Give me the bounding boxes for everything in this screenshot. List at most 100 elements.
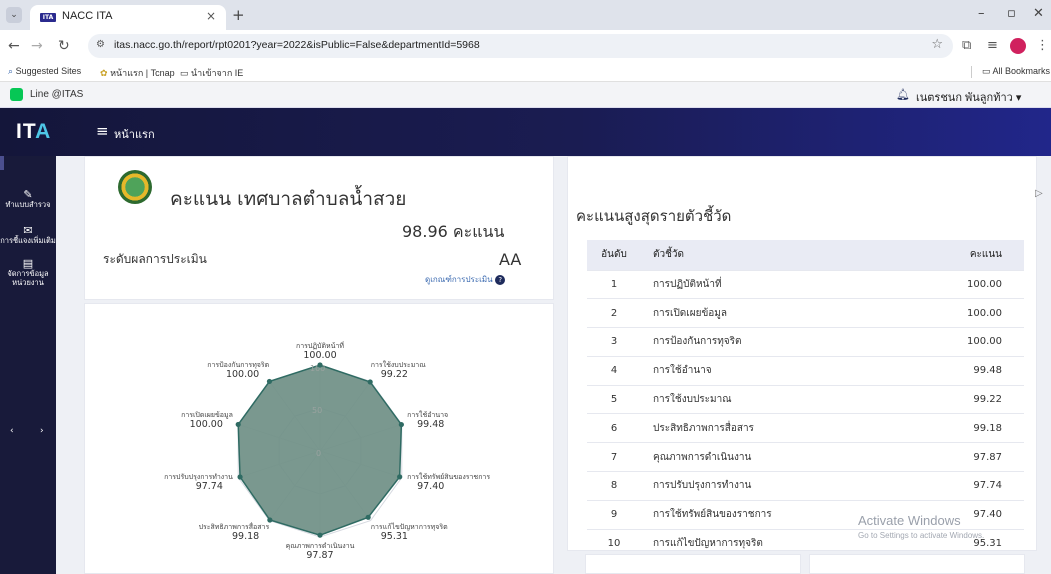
radar-grid-label: 0 [316,449,321,458]
radar-data-point [266,378,273,385]
radar-data-point [317,362,323,368]
address-bar-row: ← → ↻ ⚙ itas.nacc.go.th/report/rpt0201?y… [0,30,1051,62]
sidebar-item-survey[interactable]: ✎ ทำแบบสำรวจ [0,188,56,209]
radar-axis-label: คุณภาพการดำเนินงาน [286,542,355,550]
criteria-link[interactable]: ดูเกณฑ์การประเมิน ? [425,273,506,286]
bookmark-label: All Bookmarks [992,66,1051,76]
radar-axis-label: การแก้ไขปัญหาการทุจริต [371,522,448,531]
bookmark-star-icon[interactable]: ☆ [931,37,943,52]
ranking-table: อันดับ ตัวชี้วัด คะแนน 1 การปฏิบัติหน้าที… [587,240,1024,558]
browser-tab[interactable]: ITA NACC ITA × [30,5,226,30]
site-info-icon[interactable]: ⚙ [96,39,105,50]
extensions-icon[interactable]: ⧉ [962,38,971,53]
radar-axis-label: การใช้ทรัพย์สินของราชการ [407,472,490,481]
sidebar-item-label: หน่วยงาน [12,278,44,287]
table-row: 7 คุณภาพการดำเนินงาน 97.87 [587,442,1024,472]
radar-chart: 0 50 100 การปฏิบัติหน้าที่ 100.00 การใช้งบประ… [84,303,554,574]
line-link[interactable]: Line @ITAS [30,89,83,100]
indicator-cell: การป้องกันการทุจริต [641,327,900,357]
bookmark-tcnap[interactable]: ✿ หน้าแรก | Tcnap [100,66,175,80]
tab-close-icon[interactable]: × [206,9,216,23]
bookmark-ie-import[interactable]: ▭ นำเข้าจาก IE [180,66,243,80]
radar-axis-label: ประสิทธิภาพการสื่อสาร [199,522,270,531]
radar-data-point [367,379,373,385]
site-info-bar: Line @ITAS 🔔︎ เนตรชนก พันลูกท้าว ▾ [0,82,1051,108]
radar-value-label: 95.31 [381,531,408,542]
radar-data-point [267,517,273,523]
minimize-button[interactable]: – [978,6,985,21]
bell-icon[interactable]: 🔔︎ [896,88,910,101]
indicator-cell: คุณภาพการดำเนินงาน [641,442,900,472]
sidebar-prev-button[interactable]: ‹ [10,426,14,436]
hamburger-menu-icon[interactable]: ≡ [96,122,109,140]
table-row: 6 ประสิทธิภาพการสื่อสาร 99.18 [587,413,1024,443]
score-cell: 97.74 [899,471,1024,501]
column-header-rank: อันดับ [587,240,641,270]
url-text[interactable]: itas.nacc.go.th/report/rpt0201?year=2022… [114,39,480,51]
tab-search-button[interactable]: ⌄ [6,7,22,23]
column-header-score: คะแนน [899,240,1024,270]
radar-value-label: 99.22 [381,369,408,380]
sidebar-next-button[interactable]: › [40,426,44,436]
radar-value-label: 100.00 [226,369,259,380]
ranking-title: คะแนนสูงสุดรายตัวชี้วัด [576,207,732,225]
score-cell: 100.00 [899,327,1024,357]
sidebar-item-label: ทำแบบสำรวจ [5,200,51,209]
page-title[interactable]: หน้าแรก [114,125,155,143]
table-row: 3 การป้องกันการทุจริต 100.00 [587,327,1024,357]
rank-cell: 3 [587,327,641,357]
ita-logo[interactable]: ITA [16,120,51,144]
total-score: 98.96 คะแนน [402,222,505,241]
new-tab-button[interactable]: + [232,6,245,24]
windows-watermark-sub: Go to Settings to activate Windows. [858,531,985,540]
indicator-cell: การปรับปรุงการทำงาน [641,471,900,501]
sidebar-item-label: การชี้แจงเพิ่มเติม [0,236,56,245]
bookmark-label: Suggested Sites [15,66,82,76]
url-bar[interactable]: ⚙ itas.nacc.go.th/report/rpt0201?year=20… [88,34,953,58]
score-cell: 100.00 [899,298,1024,328]
score-cell: 99.22 [899,384,1024,414]
rank-cell: 2 [587,298,641,328]
app-header: ITA ≡ หน้าแรก [0,108,1051,156]
sidebar-item-manage-data[interactable]: ▤ จัดการข้อมูล หน่วยงาน [0,258,56,287]
rank-cell: 6 [587,413,641,443]
radar-value-label: 97.40 [417,481,444,492]
profile-avatar[interactable] [1010,38,1026,54]
forward-button[interactable]: → [31,38,43,54]
radar-value-label: 99.18 [232,531,259,542]
rank-cell: 4 [587,355,641,386]
radar-value-label: 99.48 [417,419,444,430]
indicator-cell: การใช้อำนาจ [641,355,900,386]
radar-axis-label: การใช้งบประมาณ [371,360,426,369]
window-close-button[interactable]: ✕ [1033,6,1044,21]
bookmark-suggested-sites[interactable]: ⌕ Suggested Sites [8,66,81,77]
municipality-seal-logo [118,170,152,204]
more-menu-icon[interactable]: ⋮ [1036,38,1049,53]
score-cell: 100.00 [899,269,1024,299]
folder-icon: ▭ [982,66,991,76]
search-icon: ⌕ [8,66,14,76]
radar-value-label: 100.00 [190,419,223,430]
bookmarks-bar: ⌕ Suggested Sites ✿ หน้าแรก | Tcnap ▭ นำ… [0,62,1051,82]
cursor-icon: ▷ [1035,188,1043,199]
back-button[interactable]: ← [8,38,20,54]
tcnap-icon: ✿ [100,68,108,78]
radar-data-point [398,421,404,428]
radar-data-point [237,474,243,480]
level-value: AA [499,250,522,269]
tab-title: NACC ITA [62,10,113,22]
bookmark-label: หน้าแรก | Tcnap [110,68,175,78]
all-bookmarks-button[interactable]: ▭ All Bookmarks [982,66,1050,77]
survey-icon: ✎ [23,188,33,201]
sidebar-item-clarification[interactable]: ✉ การชี้แจงเพิ่มเติม [0,225,56,245]
user-menu[interactable]: เนตรชนก พันลูกท้าว ▾ [916,88,1021,106]
browser-tab-bar: ⌄ ITA NACC ITA × + – ▫ ✕ [0,0,1051,30]
reload-button[interactable]: ↻ [58,38,70,54]
table-row: 1 การปฏิบัติหน้าที่ 100.00 [587,269,1024,299]
bookmark-separator [971,66,972,78]
rank-cell: 5 [587,384,641,414]
table-row: 2 การเปิดเผยข้อมูล 100.00 [587,298,1024,328]
maximize-button[interactable]: ▫ [1007,6,1016,21]
media-icon[interactable]: ≡ [987,38,998,53]
score-cell: 99.18 [899,413,1024,443]
